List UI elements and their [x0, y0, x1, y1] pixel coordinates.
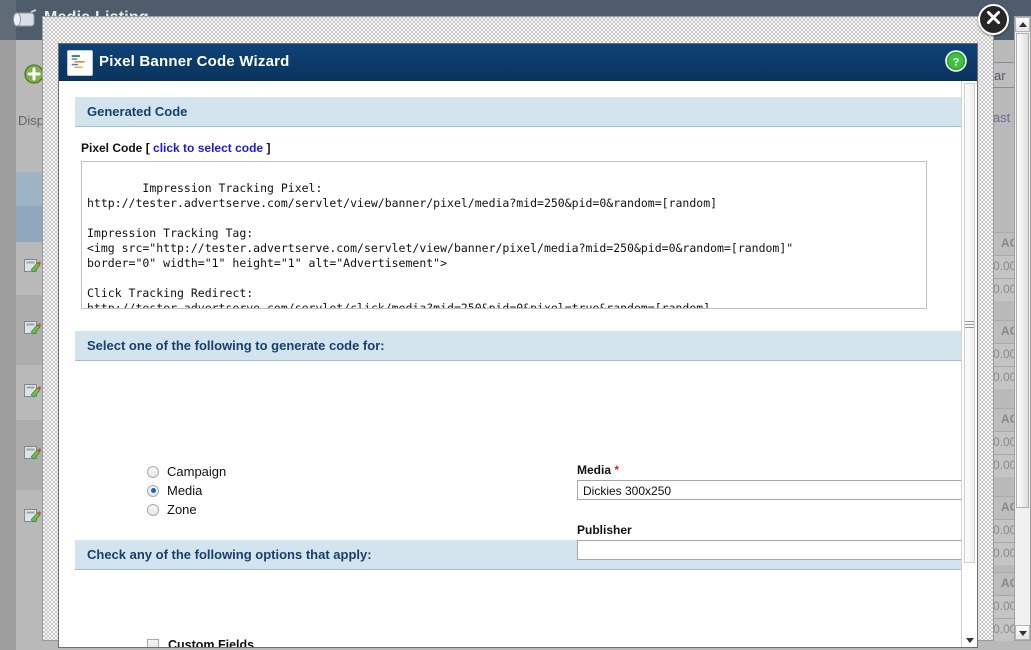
- click-to-select-code-link[interactable]: click to select code: [153, 141, 263, 155]
- publisher-select[interactable]: [577, 540, 977, 560]
- resize-handle-icon[interactable]: [914, 296, 924, 306]
- page-scrollbar[interactable]: [1014, 16, 1031, 641]
- scroll-icon: [12, 8, 38, 32]
- checkbox-custom-fields[interactable]: [147, 639, 159, 647]
- section-header-generated-code: Generated Code: [75, 97, 963, 127]
- publisher-select-label: Publisher: [577, 523, 632, 537]
- display-label: Disp: [18, 113, 45, 128]
- screen: ACR 0.00% 0.00% ACR 0.00% 0.00% ACR 0.00…: [0, 0, 1031, 650]
- edit-pencil-icon[interactable]: [24, 258, 42, 274]
- scroll-down-button[interactable]: [1015, 625, 1030, 640]
- radio-row-zone[interactable]: Zone: [147, 500, 226, 519]
- pixel-code-label-row: Pixel Code [ click to select code ]: [81, 141, 977, 155]
- help-question-icon[interactable]: ?: [945, 50, 967, 72]
- close-icon[interactable]: [978, 4, 1009, 35]
- pixel-code-label: Pixel Code [: [81, 141, 150, 155]
- edit-pencil-icon[interactable]: [24, 508, 42, 524]
- scroll-thumb[interactable]: [1016, 33, 1029, 508]
- edit-pencil-icon[interactable]: [24, 383, 42, 399]
- section-header-generate-for: Select one of the following to generate …: [75, 331, 963, 361]
- radio-row-media[interactable]: Media: [147, 481, 226, 500]
- edit-pencil-icon[interactable]: [24, 445, 42, 461]
- generate-for-radio-group: Campaign Media Zone: [147, 462, 226, 519]
- generated-code-text: Impression Tracking Pixel: http://tester…: [87, 181, 794, 309]
- radio-label-media: Media: [167, 483, 203, 498]
- radio-label-zone: Zone: [167, 502, 197, 517]
- edit-pencil-icon[interactable]: [24, 320, 42, 336]
- pixel-banner-code-wizard-dialog: Pixel Banner Code Wizard ? Generated Cod…: [58, 43, 978, 648]
- media-required-marker: *: [614, 463, 620, 477]
- background-left-rail: [0, 40, 16, 650]
- generated-code-textarea[interactable]: Impression Tracking Pixel: http://tester…: [81, 161, 927, 309]
- dialog-scroll-down-button[interactable]: [964, 636, 975, 647]
- media-label-text: Media: [577, 463, 612, 477]
- dialog-title-bar: Pixel Banner Code Wizard ?: [59, 44, 977, 81]
- radio-label-campaign: Campaign: [167, 464, 227, 479]
- checkbox-row-custom-fields[interactable]: Custom Fields: [147, 638, 255, 648]
- radio-campaign[interactable]: [147, 465, 159, 478]
- svg-text:?: ?: [953, 57, 960, 69]
- dialog-scrollbar[interactable]: [961, 81, 977, 647]
- add-green-plus-icon[interactable]: [24, 64, 44, 84]
- media-select-label: Media *: [577, 463, 977, 477]
- radio-zone[interactable]: [147, 503, 159, 516]
- scroll-grip-icon: [965, 321, 974, 328]
- checkbox-label-custom-fields: Custom Fields: [168, 638, 255, 648]
- media-select[interactable]: Dickies 300x250: [577, 480, 977, 500]
- generate-for-selects: Media * Dickies 300x250 Publisher: [577, 463, 977, 560]
- media-select-value: Dickies 300x250: [583, 484, 672, 498]
- pixel-code-label-bracket: ]: [266, 141, 271, 155]
- radio-row-campaign[interactable]: Campaign: [147, 462, 226, 481]
- scroll-up-button[interactable]: [1015, 17, 1030, 32]
- radio-media[interactable]: [147, 484, 159, 497]
- dialog-title: Pixel Banner Code Wizard: [99, 53, 290, 70]
- code-list-icon: [67, 50, 93, 76]
- dialog-body: Generated Code Pixel Code [ click to sel…: [59, 81, 977, 648]
